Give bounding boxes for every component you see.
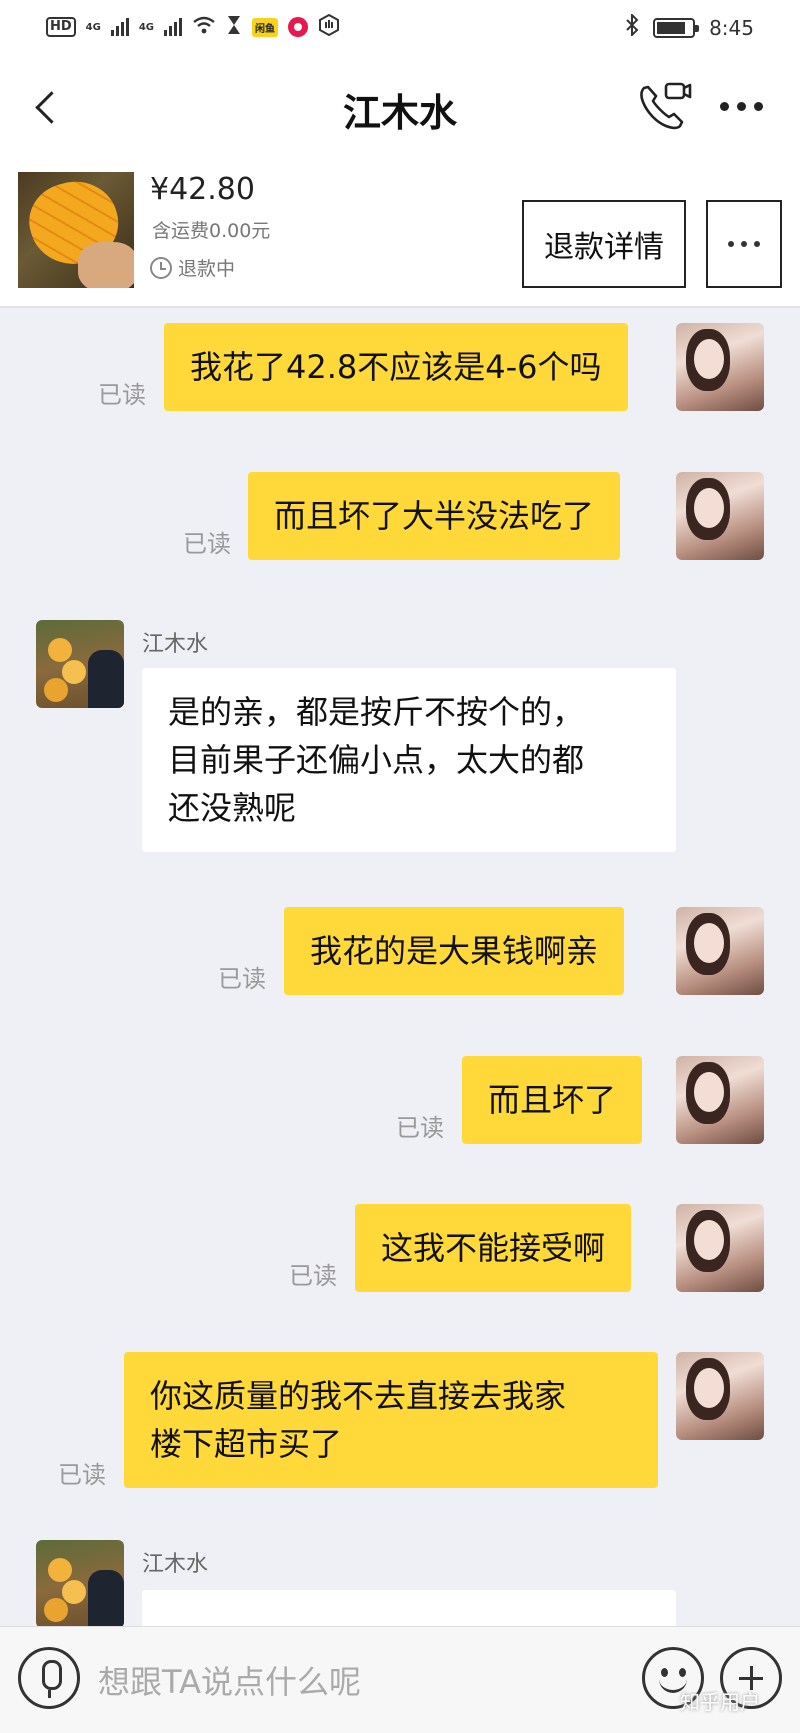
microphone-icon[interactable]	[18, 1647, 80, 1709]
read-receipt: 已读	[58, 1461, 106, 1489]
read-receipt: 已读	[396, 1114, 444, 1142]
bluetooth-icon	[625, 12, 639, 41]
my-avatar[interactable]	[676, 323, 764, 411]
status-bar: HD 4G 4G 闲鱼 8:45	[0, 0, 800, 56]
watermark: 知乎用户	[680, 1690, 760, 1714]
order-status: 退款中	[150, 254, 235, 281]
message-line: 你这质量的我不去直接去我家	[150, 1377, 567, 1415]
chat-header: 江木水	[0, 56, 800, 160]
seller-avatar[interactable]	[36, 1540, 124, 1628]
message-line: 是的亲，都是按斤不按个的，	[168, 693, 585, 731]
phone-video-call-icon[interactable]	[634, 76, 694, 136]
app-badge-icon: 闲鱼	[252, 17, 279, 37]
read-receipt: 已读	[289, 1262, 337, 1290]
hand-icon	[318, 13, 340, 40]
signal-icon	[164, 18, 183, 36]
message-bubble-sent[interactable]: 而且坏了	[462, 1056, 643, 1144]
sender-name: 江木水	[142, 1552, 209, 1577]
message-bubble-sent[interactable]: 这我不能接受啊	[355, 1204, 632, 1292]
message-input[interactable]: 想跟TA说点什么呢	[98, 1657, 361, 1703]
status-right: 8:45	[625, 12, 754, 41]
battery-icon	[653, 17, 700, 38]
wifi-icon	[192, 16, 216, 38]
my-avatar[interactable]	[676, 907, 764, 995]
refund-details-button[interactable]: 退款详情	[522, 200, 686, 288]
read-receipt: 已读	[183, 530, 231, 558]
clock-time: 8:45	[709, 15, 754, 40]
message-bubble-sent[interactable]: 我花了42.8不应该是4-6个吗	[164, 323, 628, 411]
message-line: 还没熟呢	[168, 789, 297, 827]
product-image[interactable]	[18, 172, 134, 288]
message-bubble-sent[interactable]: 我花的是大果钱啊亲	[284, 907, 625, 995]
sender-name: 江木水	[142, 632, 209, 657]
shipping-fee: 含运费0.00元	[152, 220, 271, 242]
message-line: 楼下超市买了	[150, 1425, 343, 1463]
network-label-1: 4G	[85, 21, 101, 33]
message-bubble-received[interactable]	[142, 1590, 676, 1630]
signal-icon	[110, 18, 129, 36]
more-icon[interactable]	[720, 102, 763, 111]
my-avatar[interactable]	[676, 1352, 764, 1440]
my-avatar[interactable]	[676, 1056, 764, 1144]
music-app-icon	[288, 17, 309, 37]
order-status-text: 退款中	[178, 258, 236, 280]
more-actions-button[interactable]	[706, 200, 782, 288]
message-line: 目前果子还偏小点，太大的都	[168, 741, 585, 779]
message-bubble-sent[interactable]: 你这质量的我不去直接去我家 楼下超市买了	[124, 1352, 658, 1488]
network-label-2: 4G	[138, 21, 155, 33]
hourglass-icon	[226, 15, 242, 39]
message-input-bar: 想跟TA说点什么呢	[0, 1626, 800, 1733]
my-avatar[interactable]	[676, 472, 764, 560]
message-bubble-received[interactable]: 是的亲，都是按斤不按个的， 目前果子还偏小点，太大的都 还没熟呢	[142, 668, 676, 852]
clock-icon	[150, 256, 172, 279]
hd-indicator: HD	[46, 17, 76, 37]
message-bubble-sent[interactable]: 而且坏了大半没法吃了	[248, 472, 621, 560]
status-left: HD 4G 4G 闲鱼	[46, 13, 340, 40]
read-receipt: 已读	[98, 381, 146, 409]
my-avatar[interactable]	[676, 1204, 764, 1292]
seller-avatar[interactable]	[36, 620, 124, 708]
read-receipt: 已读	[218, 965, 266, 993]
product-price: ¥42.80	[150, 172, 255, 207]
product-bar: ¥42.80 含运费0.00元 退款中 退款详情	[0, 160, 800, 308]
